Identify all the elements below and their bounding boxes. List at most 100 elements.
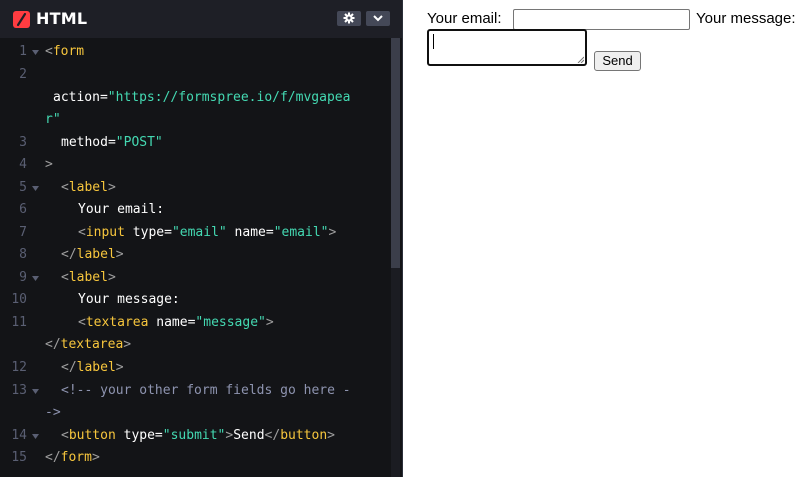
code-token: </ <box>45 337 61 352</box>
fold-arrow-icon[interactable] <box>32 177 40 199</box>
line-number: 9 <box>19 270 27 285</box>
line-number: 15 <box>11 450 27 465</box>
code-token: r" <box>45 112 61 127</box>
code-line: Your email: <box>78 199 164 221</box>
code-line: <!-- your other form fields go here - <box>61 380 351 402</box>
line-number: 8 <box>19 247 27 262</box>
codepen-slash-icon <box>13 11 30 28</box>
editor-header: HTML <box>0 0 402 38</box>
line-number: 10 <box>11 292 27 307</box>
code-token: > <box>45 157 53 172</box>
line-number: 13 <box>11 383 27 398</box>
code-line: </form> <box>45 447 100 469</box>
fold-arrow-icon[interactable] <box>32 41 40 63</box>
line-number: 12 <box>11 360 27 375</box>
code-line: <textarea name="message"> <box>78 312 274 334</box>
code-token: > <box>115 247 124 262</box>
code-token: label <box>76 360 116 375</box>
line-number-gutter: 1 2 3 4 5 6 7 8 9 10 11 12 13 14 15 <box>0 38 40 477</box>
fold-arrow-icon[interactable] <box>32 380 40 402</box>
code-token: textarea <box>60 337 124 352</box>
code-line: <input type="email" name="email"> <box>78 222 336 244</box>
code-token: > <box>115 360 124 375</box>
code-token: form <box>52 44 85 59</box>
code-token: < <box>45 44 53 59</box>
line-number: 2 <box>19 67 27 82</box>
line-number: 5 <box>19 180 27 195</box>
code-token: label <box>68 270 108 285</box>
code-token: "https://formspree.io/f/mvgapea <box>107 90 351 105</box>
code-line: </label> <box>61 357 124 379</box>
code-token: </ <box>264 428 281 443</box>
code-token: < <box>61 428 69 443</box>
code-token: form <box>60 450 92 465</box>
code-token: > <box>123 337 132 352</box>
code-token: textarea <box>85 315 149 330</box>
settings-button[interactable] <box>337 11 361 26</box>
code-token: Your message: <box>78 292 180 307</box>
code-token: > <box>328 225 337 240</box>
line-number: 14 <box>11 428 27 443</box>
code-line: <label> <box>61 177 116 199</box>
code-comment: <!-- your other form fields go here - <box>61 383 351 398</box>
code-token: label <box>76 247 116 262</box>
code-token: "POST" <box>115 135 163 150</box>
code-token: "submit" <box>162 428 226 443</box>
html-editor-panel: HTML 1 2 3 4 5 6 7 8 9 10 11 12 13 14 15… <box>0 0 403 477</box>
code-token: name= <box>226 225 274 240</box>
code-editor[interactable]: 1 2 3 4 5 6 7 8 9 10 11 12 13 14 15 <for… <box>0 38 402 477</box>
code-token: > <box>107 270 116 285</box>
code-token: > <box>265 315 274 330</box>
code-token: </ <box>61 360 77 375</box>
code-token: name= <box>148 315 196 330</box>
message-label: Your message: <box>696 10 796 27</box>
code-line: </label> <box>61 244 124 266</box>
code-token: </ <box>45 450 61 465</box>
code-token: < <box>78 315 86 330</box>
code-token: "message" <box>195 315 266 330</box>
code-token: > <box>91 450 100 465</box>
code-line: <button type="submit">Send</button> <box>61 425 335 447</box>
chevron-down-icon <box>373 15 383 22</box>
code-token: action= <box>53 90 108 105</box>
code-line: -> <box>45 402 61 424</box>
code-token: > <box>107 180 116 195</box>
send-button[interactable]: Send <box>594 51 641 71</box>
code-token: method= <box>61 135 116 150</box>
line-number: 1 <box>19 44 27 59</box>
code-line: r" <box>45 109 61 131</box>
fold-arrow-icon[interactable] <box>32 425 40 447</box>
line-number: 11 <box>11 315 27 330</box>
code-line: <label> <box>61 267 116 289</box>
result-preview: Your email: Your message: Send <box>419 0 808 477</box>
code-token: button <box>68 428 116 443</box>
code-line: </textarea> <box>45 334 131 356</box>
line-number: 7 <box>19 225 27 240</box>
code-token: input <box>85 225 125 240</box>
editor-title: HTML <box>36 9 88 28</box>
code-line: <form <box>45 41 84 63</box>
email-label: Your email: <box>427 10 502 27</box>
code-line: Your message: <box>78 289 180 311</box>
collapse-button[interactable] <box>366 11 390 26</box>
fold-arrow-icon[interactable] <box>32 267 40 289</box>
code-token: "email" <box>273 225 329 240</box>
message-textarea[interactable] <box>427 29 587 66</box>
code-token: Your email: <box>78 202 165 217</box>
code-token: button <box>280 428 328 443</box>
code-token: > <box>327 428 335 443</box>
code-token: type= <box>124 225 172 240</box>
code-token: < <box>61 270 69 285</box>
code-token: type= <box>115 428 163 443</box>
resize-grip-icon[interactable] <box>577 56 584 63</box>
line-number: 3 <box>19 135 27 150</box>
text-caret <box>433 34 434 49</box>
code-line: action="https://formspree.io/f/mvgapea <box>53 87 350 109</box>
editor-scrollbar-thumb[interactable] <box>391 38 400 268</box>
code-token: "email" <box>171 225 227 240</box>
code-token: < <box>61 180 69 195</box>
email-field[interactable] <box>513 9 690 30</box>
code-token: </ <box>61 247 77 262</box>
code-token: label <box>68 180 108 195</box>
gear-icon <box>343 12 355 24</box>
